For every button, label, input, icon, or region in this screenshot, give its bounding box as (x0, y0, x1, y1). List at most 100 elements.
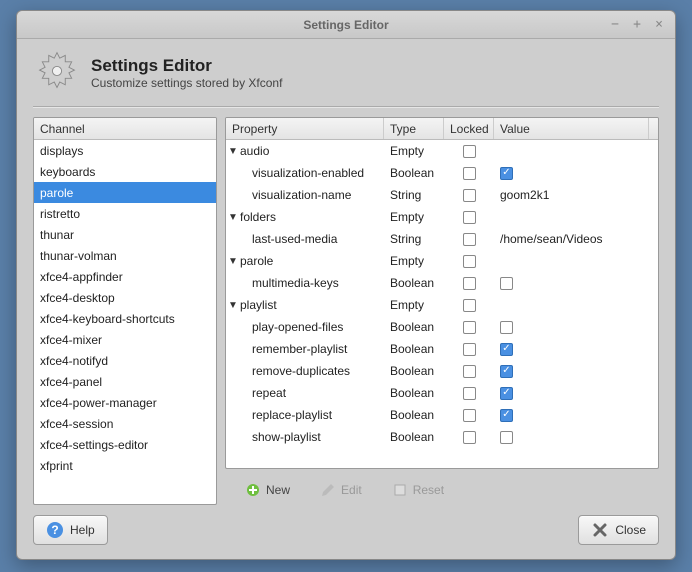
channel-item[interactable]: displays (34, 140, 216, 161)
locked-checkbox[interactable] (463, 299, 476, 312)
property-name: playlist (240, 298, 277, 312)
new-button[interactable]: New (239, 479, 296, 501)
channel-item[interactable]: parole (34, 182, 216, 203)
property-name: visualization-name (252, 188, 351, 202)
property-panel: PropertyTypeLockedValue ▼audioEmptyvisua… (225, 117, 659, 469)
property-row[interactable]: last-used-mediaString/home/sean/Videos (226, 228, 658, 250)
property-name: last-used-media (252, 232, 337, 246)
property-name: multimedia-keys (252, 276, 339, 290)
minimize-button[interactable]: − (607, 16, 623, 32)
close-icon (591, 521, 609, 539)
edit-button[interactable]: Edit (314, 479, 368, 501)
property-row[interactable]: replace-playlistBoolean (226, 404, 658, 426)
titlebar[interactable]: Settings Editor − + × (17, 11, 675, 39)
channel-item[interactable]: ristretto (34, 203, 216, 224)
locked-checkbox[interactable] (463, 409, 476, 422)
property-value (494, 167, 649, 180)
reset-button[interactable]: Reset (386, 479, 450, 501)
gear-icon (35, 49, 79, 96)
locked-checkbox[interactable] (463, 145, 476, 158)
channel-item[interactable]: xfce4-panel (34, 371, 216, 392)
channel-list[interactable]: displayskeyboardsparoleristrettothunarth… (34, 140, 216, 504)
channel-item[interactable]: xfce4-notifyd (34, 350, 216, 371)
value-checkbox[interactable] (500, 343, 513, 356)
channel-item[interactable]: xfce4-settings-editor (34, 434, 216, 455)
locked-checkbox[interactable] (463, 211, 476, 224)
column-header-locked[interactable]: Locked (444, 118, 494, 139)
value-checkbox[interactable] (500, 431, 513, 444)
property-value: /home/sean/Videos (494, 232, 649, 246)
channel-item[interactable]: xfce4-session (34, 413, 216, 434)
close-button[interactable]: Close (578, 515, 659, 545)
property-row[interactable]: multimedia-keysBoolean (226, 272, 658, 294)
column-header-type[interactable]: Type (384, 118, 444, 139)
value-checkbox[interactable] (500, 409, 513, 422)
property-value (494, 277, 649, 290)
reset-label: Reset (413, 483, 444, 497)
property-value (494, 431, 649, 444)
column-header-property[interactable]: Property (226, 118, 384, 139)
value-checkbox[interactable] (500, 387, 513, 400)
channel-item[interactable]: xfce4-appfinder (34, 266, 216, 287)
property-type: String (384, 188, 444, 202)
locked-checkbox[interactable] (463, 255, 476, 268)
property-group-row[interactable]: ▼audioEmpty (226, 140, 658, 162)
channel-item[interactable]: thunar (34, 224, 216, 245)
locked-checkbox[interactable] (463, 343, 476, 356)
channel-header[interactable]: Channel (34, 118, 216, 140)
property-type: Empty (384, 210, 444, 224)
window-title: Settings Editor (303, 18, 388, 32)
property-group-row[interactable]: ▼paroleEmpty (226, 250, 658, 272)
property-value (494, 387, 649, 400)
channel-item[interactable]: xfce4-keyboard-shortcuts (34, 308, 216, 329)
expander-icon[interactable]: ▼ (226, 256, 240, 267)
value-checkbox[interactable] (500, 167, 513, 180)
value-checkbox[interactable] (500, 277, 513, 290)
channel-item[interactable]: xfce4-power-manager (34, 392, 216, 413)
expander-icon[interactable]: ▼ (226, 212, 240, 223)
property-list[interactable]: ▼audioEmptyvisualization-enabledBooleanv… (226, 140, 658, 468)
channel-item[interactable]: xfce4-mixer (34, 329, 216, 350)
channel-item[interactable]: xfprint (34, 455, 216, 476)
property-row[interactable]: play-opened-filesBoolean (226, 316, 658, 338)
property-group-row[interactable]: ▼playlistEmpty (226, 294, 658, 316)
locked-checkbox[interactable] (463, 277, 476, 290)
locked-checkbox[interactable] (463, 189, 476, 202)
property-group-row[interactable]: ▼foldersEmpty (226, 206, 658, 228)
value-checkbox[interactable] (500, 365, 513, 378)
close-window-button[interactable]: × (651, 16, 667, 32)
property-row[interactable]: remember-playlistBoolean (226, 338, 658, 360)
property-name: show-playlist (252, 430, 321, 444)
property-value (494, 409, 649, 422)
channel-item[interactable]: xfce4-desktop (34, 287, 216, 308)
expander-icon[interactable]: ▼ (226, 146, 240, 157)
maximize-button[interactable]: + (629, 16, 645, 32)
property-value: goom2k1 (494, 188, 649, 202)
property-name: remember-playlist (252, 342, 347, 356)
channel-item[interactable]: keyboards (34, 161, 216, 182)
edit-label: Edit (341, 483, 362, 497)
locked-checkbox[interactable] (463, 167, 476, 180)
locked-checkbox[interactable] (463, 321, 476, 334)
channel-panel: Channel displayskeyboardsparoleristretto… (33, 117, 217, 505)
property-row[interactable]: visualization-name String goom2k1 (226, 184, 658, 206)
property-type: Boolean (384, 364, 444, 378)
property-row[interactable]: show-playlistBoolean (226, 426, 658, 448)
expander-icon[interactable]: ▼ (226, 300, 240, 311)
property-type: Boolean (384, 408, 444, 422)
property-row[interactable]: remove-duplicatesBoolean (226, 360, 658, 382)
property-value (494, 365, 649, 378)
locked-checkbox[interactable] (463, 387, 476, 400)
property-value (494, 343, 649, 356)
locked-checkbox[interactable] (463, 233, 476, 246)
locked-checkbox[interactable] (463, 365, 476, 378)
property-type: Boolean (384, 320, 444, 334)
property-row[interactable]: repeatBoolean (226, 382, 658, 404)
property-row[interactable]: visualization-enabledBoolean (226, 162, 658, 184)
locked-checkbox[interactable] (463, 431, 476, 444)
channel-item[interactable]: thunar-volman (34, 245, 216, 266)
value-checkbox[interactable] (500, 321, 513, 334)
column-header-value[interactable]: Value (494, 118, 649, 139)
property-toolbar: New Edit Reset (225, 475, 659, 505)
help-button[interactable]: ? Help (33, 515, 108, 545)
